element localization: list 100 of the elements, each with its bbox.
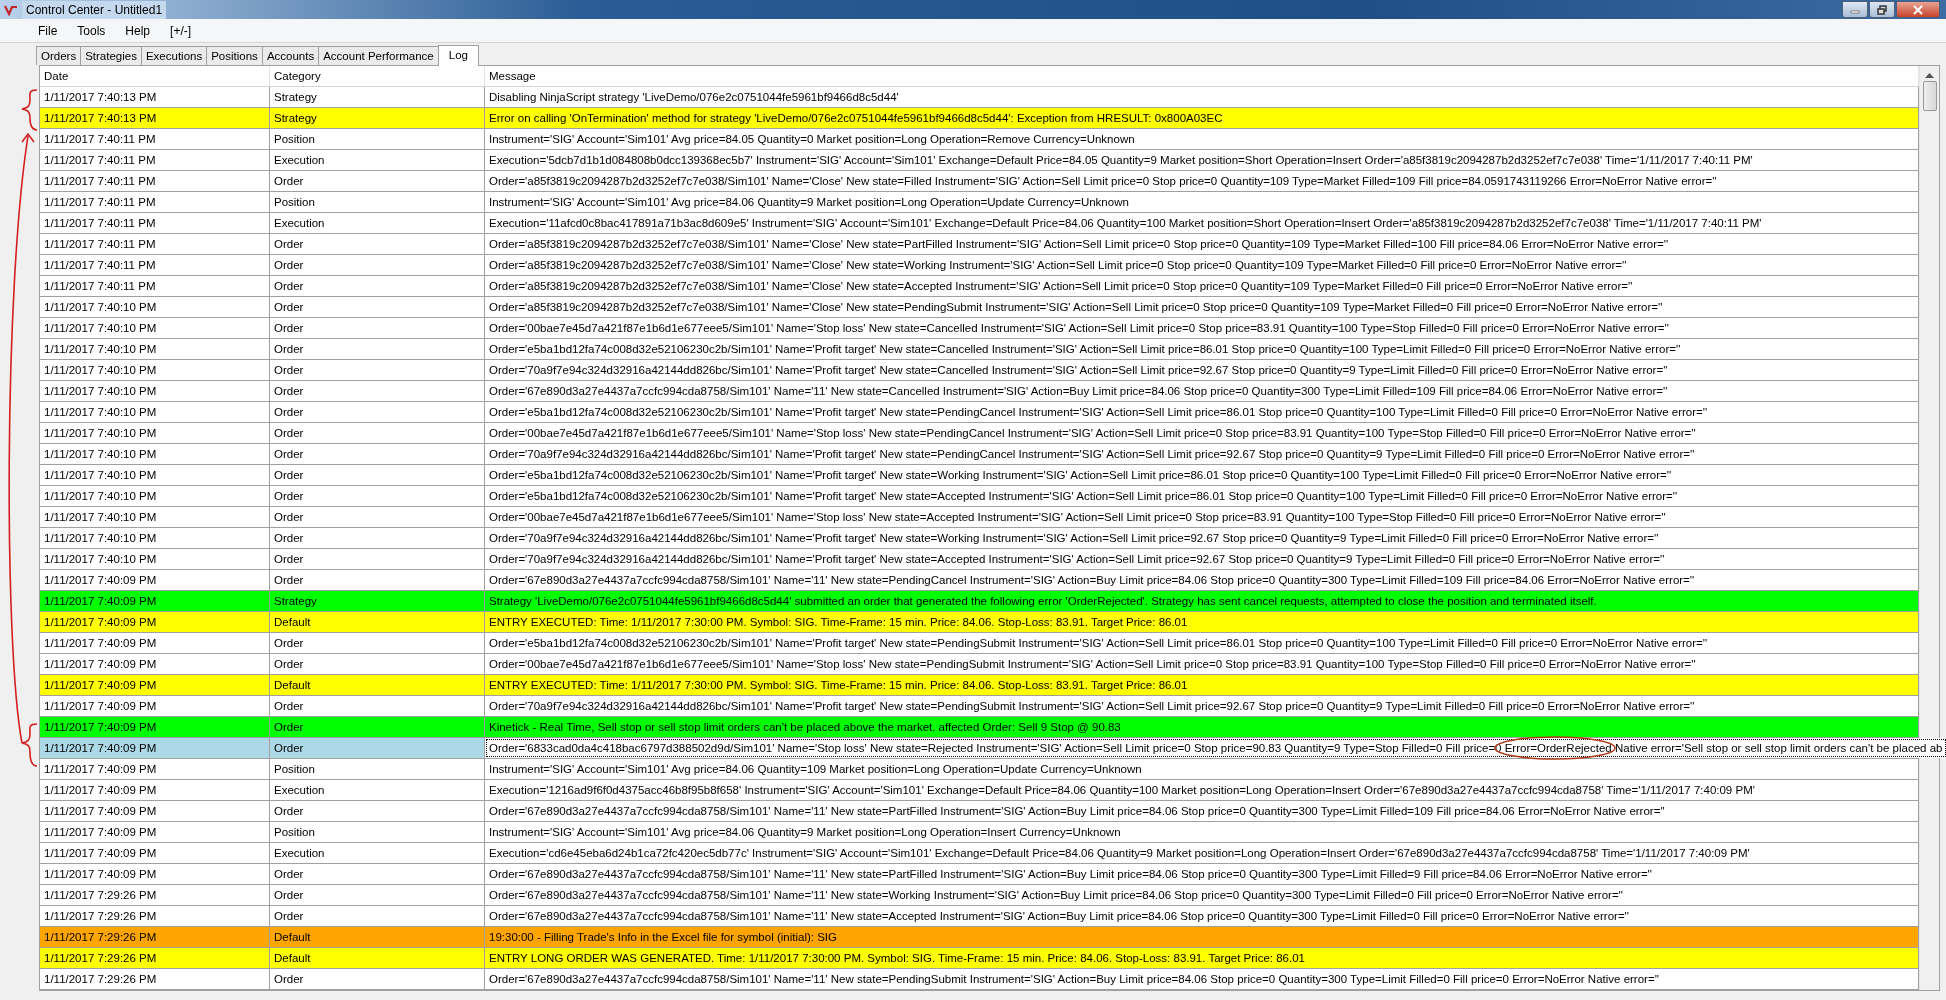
log-row[interactable]: 1/11/2017 7:40:09 PM Default ENTRY EXECUTED: Time: 1/11/2017 7:30:00 PM. Symbol: SIG. Time-Frame: 15 min. Price: 84.06. Stop-Loss: 83.91. Target Price: 86.01	[40, 675, 1919, 696]
tab[interactable]: Account Performance	[318, 46, 439, 65]
close-icon	[1913, 4, 1923, 15]
log-row[interactable]	[40, 486, 1919, 507]
log-row[interactable]	[40, 570, 1919, 591]
category-cell: Strategy	[270, 591, 485, 611]
category-cell: Order	[270, 255, 485, 275]
log-row[interactable]	[40, 528, 1919, 549]
log-row[interactable]	[40, 801, 1919, 822]
category-cell: Default	[270, 948, 485, 968]
date-cell: 1/11/2017 7:29:26 PM	[40, 906, 270, 926]
window-title: Control Center - Untitled1	[22, 0, 167, 19]
log-row[interactable]	[40, 885, 1919, 906]
log-row[interactable]: 1/11/2017 7:40:09 PM Default ENTRY EXECUTED: Time: 1/11/2017 7:30:00 PM. Symbol: SIG. Time-Frame: 15 min. Price: 84.06. Stop-Loss: 83.91. Target Price: 86.01	[40, 612, 1919, 633]
tab[interactable]: Accounts	[261, 46, 320, 65]
log-row[interactable]	[40, 318, 1919, 339]
maximize-button[interactable]	[1869, 1, 1895, 18]
date-cell: 1/11/2017 7:40:11 PM	[40, 255, 270, 275]
column-header[interactable]: Date	[40, 66, 270, 86]
log-row[interactable]	[40, 507, 1919, 528]
log-row[interactable]	[40, 234, 1919, 255]
log-row[interactable]	[40, 213, 1919, 234]
date-cell: 1/11/2017 7:40:09 PM	[40, 612, 270, 632]
log-row[interactable]: 1/11/2017 7:29:26 PM Default 19:30:00 - Filling Trade's Info in the Excel file for symbol (initial): SIG	[40, 927, 1919, 948]
log-row[interactable]	[40, 339, 1919, 360]
category-cell: Order	[270, 696, 485, 716]
log-row[interactable]	[40, 633, 1919, 654]
log-row[interactable]	[40, 549, 1919, 570]
log-row[interactable]	[40, 591, 1919, 612]
log-row[interactable]	[40, 864, 1919, 885]
date-cell: 1/11/2017 7:40:10 PM	[40, 360, 270, 380]
log-row[interactable]: 1/11/2017 7:40:13 PM Strategy Disabling NinjaScript strategy 'LiveDemo/076e2c0751044fe5961bf9466d8c5d44'	[40, 87, 1919, 108]
date-cell: 1/11/2017 7:40:11 PM	[40, 171, 270, 191]
column-header[interactable]: Category	[270, 66, 485, 86]
date-cell: 1/11/2017 7:40:13 PM	[40, 108, 270, 128]
log-row[interactable]	[40, 255, 1919, 276]
log-row[interactable]	[40, 654, 1919, 675]
log-row[interactable]	[40, 297, 1919, 318]
category-cell: Strategy	[270, 108, 485, 128]
date-cell: 1/11/2017 7:40:10 PM	[40, 549, 270, 569]
log-row[interactable]: 1/11/2017 7:40:09 PM Position Instrument='SIG' Account='Sim101' Avg price=84.06 Quantity=109 Market position=Long Operation=Update Currency=Unknown	[40, 759, 1919, 780]
date-cell: 1/11/2017 7:40:09 PM	[40, 675, 270, 695]
log-row[interactable]	[40, 969, 1919, 990]
log-row[interactable]	[40, 150, 1919, 171]
log-row[interactable]	[40, 360, 1919, 381]
date-cell: 1/11/2017 7:40:10 PM	[40, 423, 270, 443]
tab[interactable]: Log	[437, 45, 479, 66]
category-cell: Order	[270, 633, 485, 653]
category-cell: Order	[270, 360, 485, 380]
category-cell: Position	[270, 822, 485, 842]
restore-icon	[1877, 4, 1887, 15]
log-row[interactable]	[40, 381, 1919, 402]
log-row[interactable]: 1/11/2017 7:40:09 PM Order Kinetick - Real Time, Sell stop or sell stop limit orders can't be placed above the market. affected Order: Sell 9 Stop @ 90.83	[40, 717, 1919, 738]
tab[interactable]: Positions	[206, 46, 263, 65]
scrollbar-thumb[interactable]	[1922, 81, 1937, 111]
log-row[interactable]: 1/11/2017 7:40:09 PM Position Instrument='SIG' Account='Sim101' Avg price=84.06 Quantity=9 Market position=Long Operation=Insert Currency=Unknown	[40, 822, 1919, 843]
scroll-up-icon[interactable]	[1925, 72, 1934, 78]
log-row[interactable]	[40, 696, 1919, 717]
category-cell: Order	[270, 654, 485, 674]
tab[interactable]: Orders	[36, 46, 82, 65]
date-cell: 1/11/2017 7:40:09 PM	[40, 780, 270, 800]
menu-item[interactable]: [+/-]	[162, 19, 200, 42]
menu-item[interactable]: File	[30, 19, 66, 42]
tab[interactable]: Strategies	[80, 46, 142, 65]
log-row[interactable]: 1/11/2017 7:40:13 PM Strategy Error on calling 'OnTermination' method for strategy 'LiveDemo/076e2c0751044fe5961bf9466d8c5d44': Exception from HRESULT: 0x800A03EC	[40, 108, 1919, 129]
log-row[interactable]: 1/11/2017 7:29:26 PM Default ENTRY LONG ORDER WAS GENERATED. Time: 1/11/2017 7:30:00 PM. Symbol: SIG. Time-Frame: 15 min. Price: 84.06. Stop-Loss: 83.91. Target Price: 86.01	[40, 948, 1919, 969]
category-cell: Strategy	[270, 87, 485, 107]
log-row[interactable]: 1/11/2017 7:40:11 PM Position Instrument='SIG' Account='Sim101' Avg price=84.05 Quantity=0 Market position=Long Operation=Remove Currency=Unknown	[40, 129, 1919, 150]
category-cell: Default	[270, 927, 485, 947]
date-cell: 1/11/2017 7:40:09 PM	[40, 591, 270, 611]
log-row[interactable]	[40, 423, 1919, 444]
log-row[interactable]	[40, 276, 1919, 297]
close-button[interactable]	[1896, 1, 1940, 18]
category-cell: Execution	[270, 150, 485, 170]
log-row[interactable]	[40, 465, 1919, 486]
log-row[interactable]	[40, 843, 1919, 864]
date-cell: 1/11/2017 7:40:09 PM	[40, 570, 270, 590]
log-row[interactable]	[40, 780, 1919, 801]
date-cell: 1/11/2017 7:40:10 PM	[40, 444, 270, 464]
category-cell: Order	[270, 318, 485, 338]
log-row[interactable]	[40, 402, 1919, 423]
date-cell: 1/11/2017 7:40:11 PM	[40, 150, 270, 170]
date-cell: 1/11/2017 7:40:09 PM	[40, 843, 270, 863]
menu-item[interactable]: Tools	[69, 19, 114, 42]
log-row[interactable]	[40, 906, 1919, 927]
date-cell: 1/11/2017 7:40:13 PM	[40, 87, 270, 107]
menu-item[interactable]: Help	[117, 19, 159, 42]
date-cell: 1/11/2017 7:40:11 PM	[40, 129, 270, 149]
category-cell: Execution	[270, 843, 485, 863]
date-cell: 1/11/2017 7:40:10 PM	[40, 297, 270, 317]
log-row[interactable]	[40, 171, 1919, 192]
date-cell: 1/11/2017 7:40:10 PM	[40, 528, 270, 548]
date-cell: 1/11/2017 7:40:09 PM	[40, 696, 270, 716]
tab[interactable]: Executions	[140, 46, 208, 65]
log-row[interactable]: 1/11/2017 7:40:11 PM Position Instrument='SIG' Account='Sim101' Avg price=84.06 Quantity=9 Market position=Long Operation=Update Currency=Unknown	[40, 192, 1919, 213]
category-cell: Order	[270, 465, 485, 485]
date-cell: 1/11/2017 7:40:09 PM	[40, 633, 270, 653]
minimize-button[interactable]	[1842, 1, 1868, 18]
log-row[interactable]	[40, 444, 1919, 465]
category-cell: Default	[270, 612, 485, 632]
